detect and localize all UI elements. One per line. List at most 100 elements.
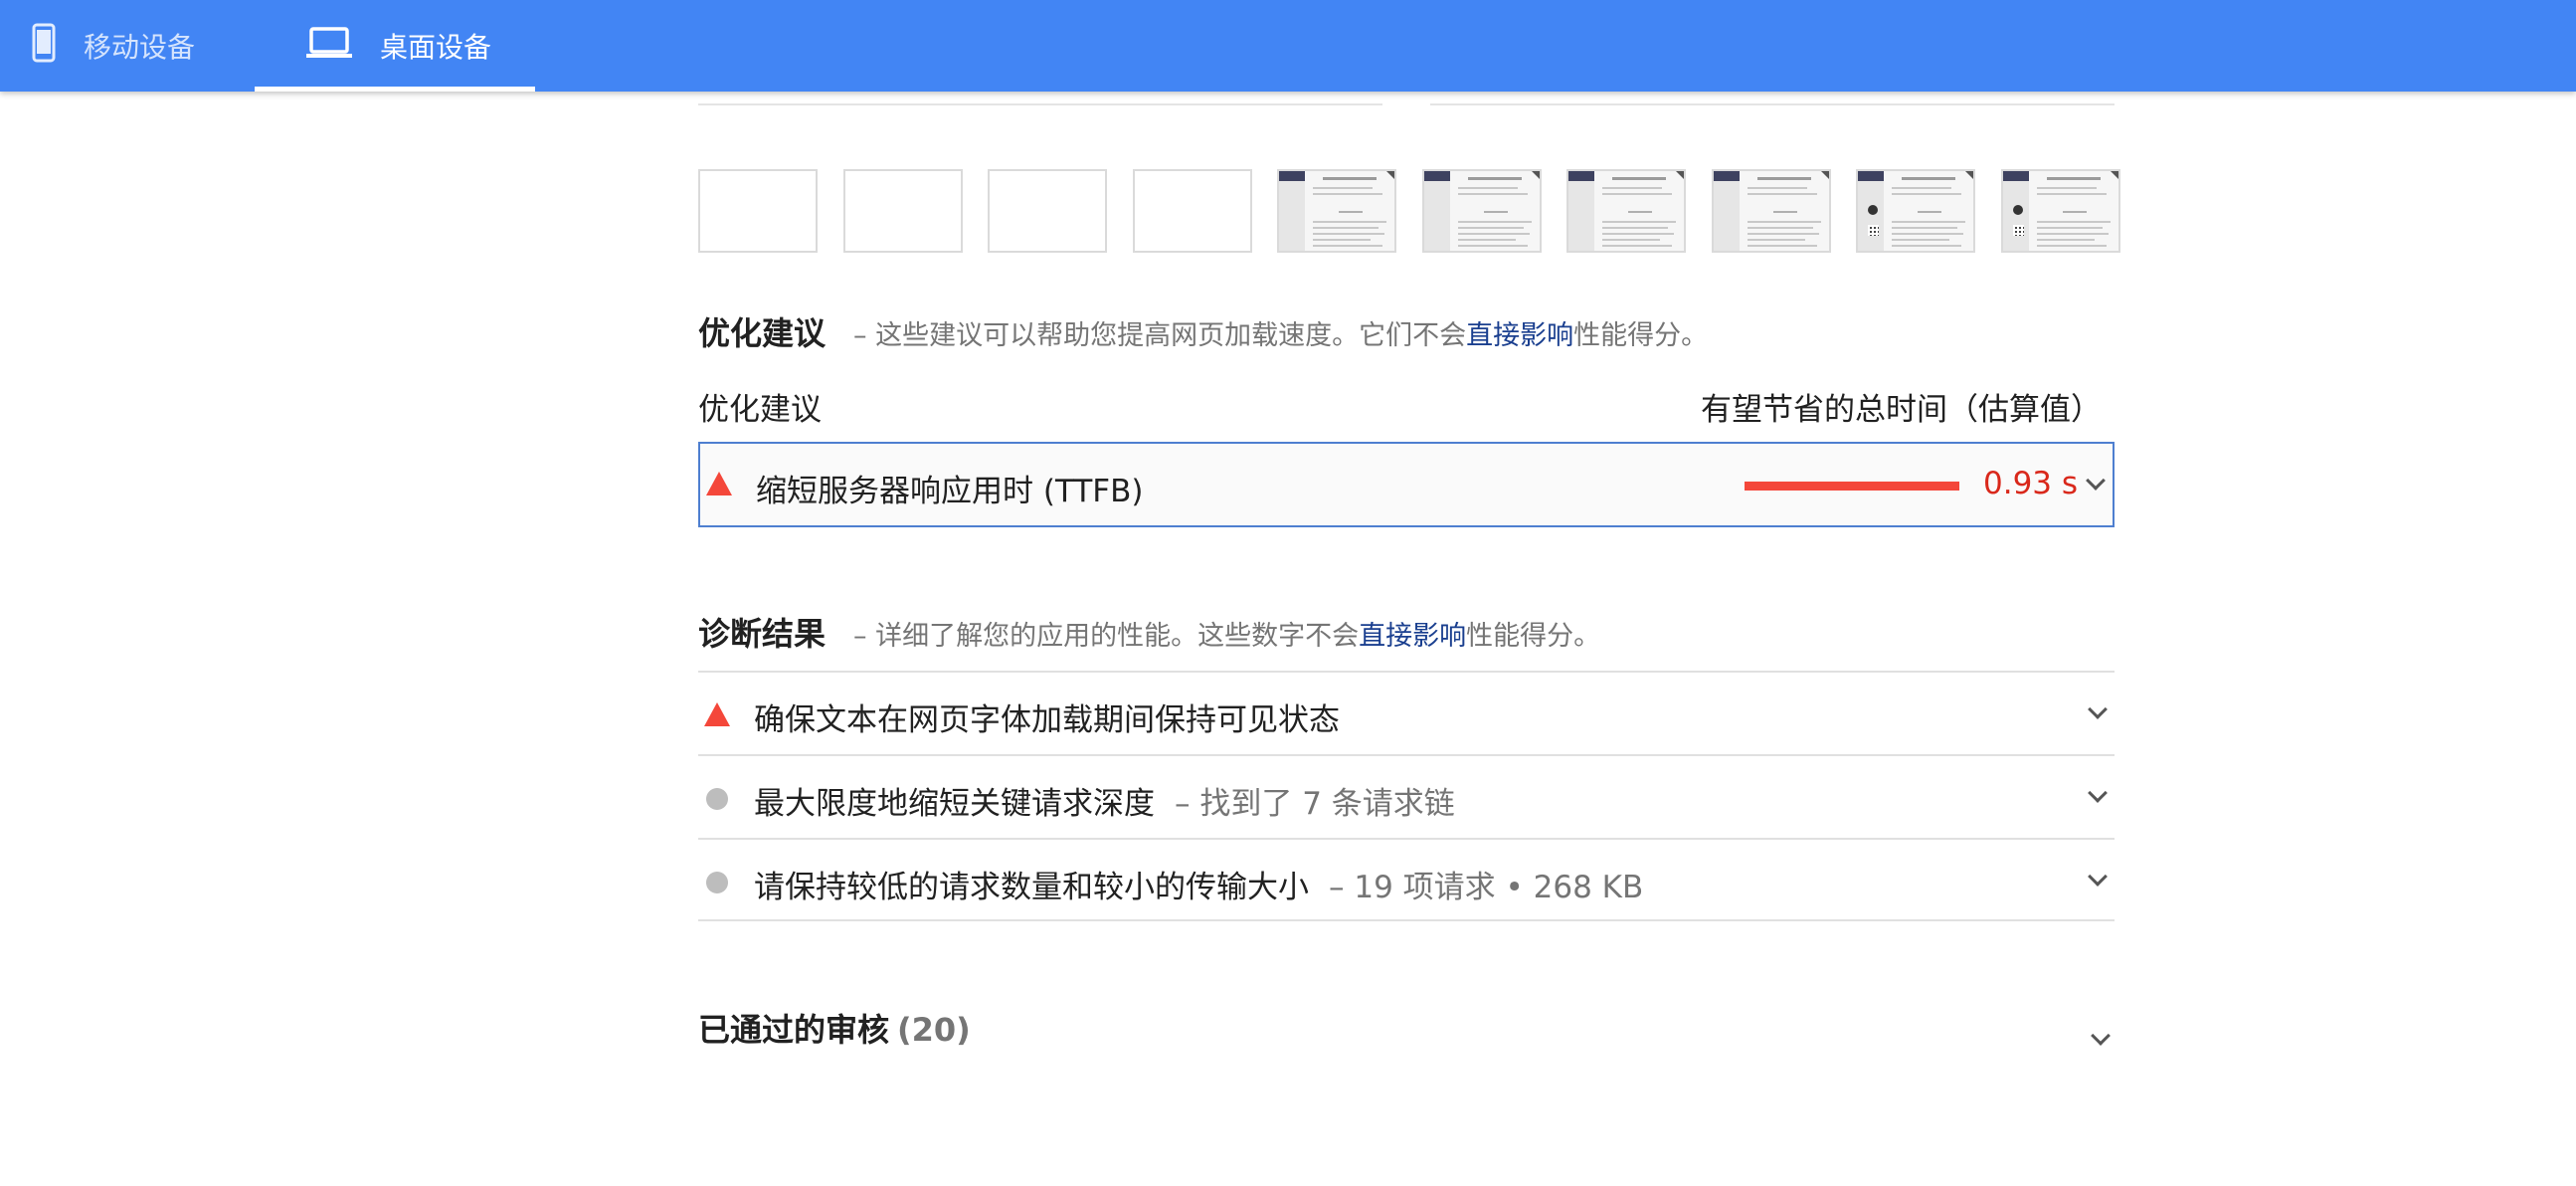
passed-audits-title: 已通过的审核 (698, 1011, 890, 1049)
diagnostic-row-font-display[interactable]: 确保文本在网页字体加载期间保持可见状态 (698, 671, 2115, 754)
filmstrip-frame (698, 169, 818, 253)
thumbnail-text-line (2037, 193, 2107, 195)
thumbnail-part (1714, 171, 1740, 251)
chevron-down-icon[interactable] (2088, 867, 2108, 887)
thumbnail-part (1918, 211, 1941, 213)
passed-audits-toggle[interactable]: 已通过的审核 (20) (698, 1005, 971, 1051)
thumbnail-part (1612, 177, 1666, 180)
laptop-icon (306, 26, 352, 66)
smartphone-icon (32, 23, 56, 70)
qr-code-icon (1868, 225, 1879, 236)
thumbnail-text-line (1458, 233, 1530, 235)
thumbnail-text-line (1313, 221, 1386, 223)
thumbnail-part (2063, 211, 2087, 213)
thumbnail-text-line (1892, 193, 1961, 195)
diagnostic-title-text: 最大限度地缩短关键请求深度 (754, 786, 1155, 822)
thumbnail-text-line (1892, 227, 1957, 229)
direct-impact-link[interactable]: 直接影响 (1359, 621, 1466, 652)
thumbnail-text-line (1602, 193, 1672, 195)
opportunity-title: 缩短服务器响应用时 (TTFB) (756, 474, 1144, 509)
diagnostic-detail: – 找到了 7 条请求链 (1175, 786, 1455, 822)
filmstrip-frame (1133, 169, 1252, 253)
thumbnail-text-line (1458, 221, 1532, 223)
qr-code-icon (2013, 225, 2024, 236)
thumbnail-text-line (2037, 187, 2097, 189)
thumbnail-text-line (1602, 233, 1674, 235)
section-title: 诊断结果 (698, 615, 827, 653)
thumbnail-part (1773, 211, 1797, 213)
thumbnail-text-line (1313, 245, 1382, 247)
thumbnail-text-line (2037, 227, 2103, 229)
description-text: 性能得分。 (1573, 320, 1709, 351)
thumbnail-text-line (2037, 245, 2107, 247)
chevron-down-icon[interactable] (2088, 699, 2108, 719)
thumbnail-part (1323, 177, 1377, 180)
active-tab-indicator (255, 87, 535, 92)
thumbnail-part (1386, 171, 1394, 179)
thumbnail-part (1858, 171, 1884, 181)
thumbnail-text-line (1313, 239, 1371, 241)
filmstrip-frame (1856, 169, 1975, 253)
thumbnail-part (1424, 171, 1450, 181)
diagnostic-row-critical-chains[interactable]: 最大限度地缩短关键请求深度 – 找到了 7 条请求链 (698, 754, 2115, 838)
thumbnail-text-line (1892, 221, 1965, 223)
opportunity-row-ttfb[interactable]: 缩短服务器响应用时 (TTFB) 0.93 s (698, 442, 2115, 527)
divider (1430, 103, 2115, 105)
thumbnail-text-line (1748, 187, 1807, 189)
description-text: – 这些建议可以帮助您提高网页加载速度。它们不会 (853, 320, 1467, 351)
section-title: 优化建议 (698, 314, 827, 352)
description-text: – 详细了解您的应用的性能。这些数字不会 (853, 621, 1360, 652)
diagnostic-title: 请保持较低的请求数量和较小的传输大小 – 19 项请求 • 268 KB (754, 862, 1643, 906)
filmstrip-frame (1566, 169, 1686, 253)
divider (698, 103, 1382, 105)
thumbnail-part (1714, 171, 1740, 181)
filmstrip-frame (988, 169, 1107, 253)
thumbnail-part (2003, 171, 2029, 181)
diagnostic-title-text: 请保持较低的请求数量和较小的传输大小 (754, 870, 1309, 905)
thumbnail-text-line (1602, 187, 1662, 189)
tab-desktop[interactable]: 桌面设备 (255, 0, 535, 92)
chevron-down-icon[interactable] (2091, 1026, 2111, 1046)
thumbnail-part (1568, 171, 1594, 251)
thumbnail-part (1757, 177, 1811, 180)
thumbnail-text-line (1748, 193, 1817, 195)
thumbnail-part (1568, 171, 1594, 181)
thumbnail-text-line (1458, 227, 1524, 229)
section-description: – 这些建议可以帮助您提高网页加载速度。它们不会直接影响性能得分。 (853, 313, 1708, 352)
thumbnail-text-line (1602, 245, 1672, 247)
avatar (2013, 205, 2023, 215)
thumbnail-text-line (1892, 187, 1951, 189)
thumbnail-part (1339, 211, 1363, 213)
diagnostic-title: 最大限度地缩短关键请求深度 – 找到了 7 条请求链 (754, 778, 1455, 823)
direct-impact-link[interactable]: 直接影响 (1466, 320, 1573, 351)
diagnostic-detail: – 19 项请求 • 268 KB (1329, 870, 1644, 905)
section-description: – 详细了解您的应用的性能。这些数字不会直接影响性能得分。 (853, 614, 1600, 653)
thumbnail-text-line (1602, 227, 1668, 229)
thumbnail-text-line (1458, 193, 1528, 195)
chevron-down-icon[interactable] (2086, 471, 2106, 491)
tab-desktop-label: 桌面设备 (380, 31, 492, 64)
thumbnail-text-line (2037, 239, 2095, 241)
thumbnail-text-line (2037, 233, 2109, 235)
thumbnail-text-line (1748, 233, 1819, 235)
diagnostic-row-resource-summary[interactable]: 请保持较低的请求数量和较小的传输大小 – 19 项请求 • 268 KB (698, 838, 2115, 921)
filmstrip (698, 169, 2120, 253)
thumbnail-text-line (1892, 239, 1949, 241)
diagnostic-title-text: 确保文本在网页字体加载期间保持可见状态 (754, 702, 1340, 738)
thumbnail-text-line (1458, 187, 1518, 189)
chevron-down-icon[interactable] (2088, 783, 2108, 803)
thumbnail-part (1532, 171, 1540, 179)
info-circle-icon (706, 872, 728, 893)
diagnostics-header: 诊断结果 – 详细了解您的应用的性能。这些数字不会直接影响性能得分。 (698, 609, 1600, 655)
thumbnail-part (1468, 177, 1522, 180)
column-header-opportunity: 优化建议 (698, 392, 822, 428)
filmstrip-frame (1277, 169, 1396, 253)
thumbnail-part (1279, 171, 1305, 251)
avatar (1868, 205, 1878, 215)
thumbnail-part (1628, 211, 1652, 213)
thumbnail-text-line (1892, 245, 1961, 247)
savings-bar (1745, 482, 1959, 491)
thumbnail-part (1424, 171, 1450, 251)
thumbnail-text-line (1602, 239, 1660, 241)
tab-mobile[interactable]: 移动设备 (32, 0, 231, 92)
